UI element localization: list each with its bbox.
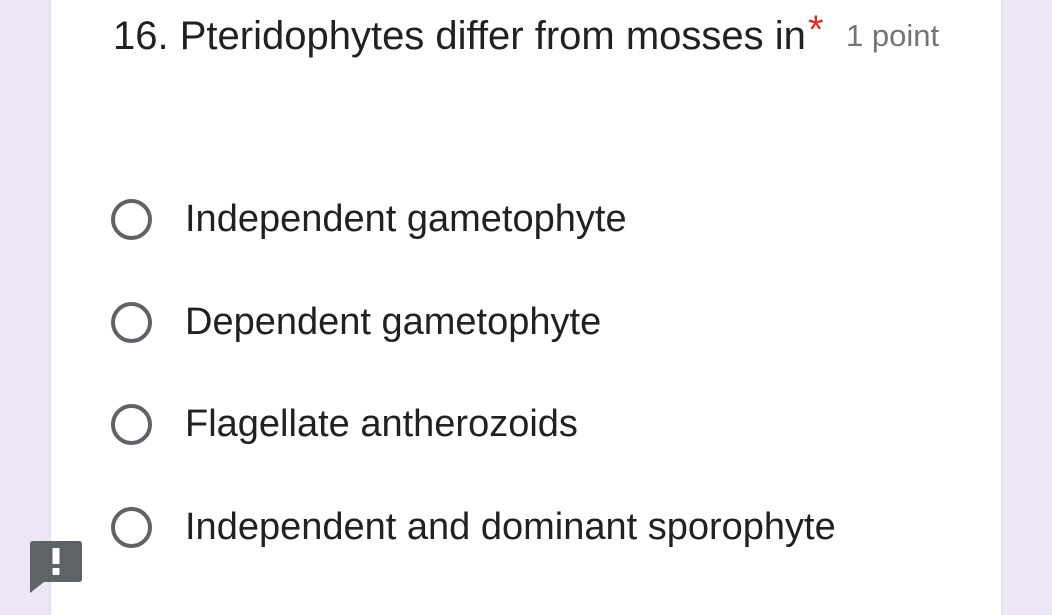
option-label: Independent gametophyte [185, 198, 627, 240]
radio-button[interactable] [111, 506, 152, 548]
option-dependent-gametophyte[interactable]: Dependent gametophyte [111, 294, 601, 350]
option-label: Dependent gametophyte [185, 301, 602, 343]
radio-button[interactable] [111, 301, 152, 343]
question-card: 16. Pteridophytes differ from mosses in … [50, 0, 1002, 615]
option-label: Independent and dominant sporophyte [185, 506, 836, 548]
radio-button[interactable] [111, 403, 152, 445]
option-label: Flagellate antherozoids [185, 403, 578, 445]
required-star: * [808, 8, 824, 52]
option-flagellate-antherozoids[interactable]: Flagellate antherozoids [111, 396, 578, 452]
report-feedback-icon[interactable] [30, 541, 82, 593]
question-title: 16. Pteridophytes differ from mosses in [113, 14, 806, 58]
points-label: 1 point [846, 18, 940, 53]
option-independent-dominant-sporophyte[interactable]: Independent and dominant sporophyte [111, 499, 836, 555]
radio-button[interactable] [111, 198, 152, 240]
option-independent-gametophyte[interactable]: Independent gametophyte [111, 191, 627, 247]
exclamation-feedback-icon [30, 541, 82, 593]
